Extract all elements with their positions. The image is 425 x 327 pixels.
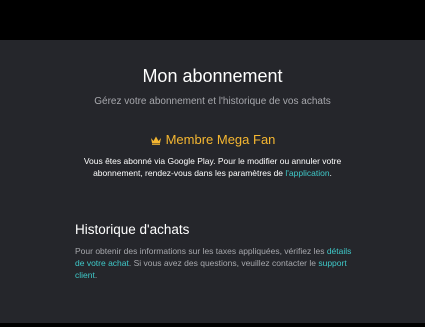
bottom-bar: [0, 323, 425, 327]
page-subtitle: Gérez votre abonnement et l'historique d…: [94, 96, 331, 107]
page-title: Mon abonnement: [142, 66, 283, 86]
history-desc-part2: . Si vous avez des questions, veuillez c…: [128, 258, 319, 268]
crown-icon: [150, 132, 162, 150]
purchase-history-description: Pour obtenir des informations sur les ta…: [75, 245, 360, 281]
history-desc-part1: Pour obtenir des informations sur les ta…: [75, 246, 327, 256]
membership-badge: Membre Mega Fan: [0, 131, 425, 150]
application-link[interactable]: l'application: [285, 168, 329, 178]
membership-desc-end: .: [329, 168, 332, 178]
membership-label: Membre Mega Fan: [165, 132, 276, 147]
top-bar: [0, 0, 425, 40]
purchase-history-title: Historique d'achats: [75, 222, 190, 237]
membership-description: Vous êtes abonné via Google Play. Pour l…: [60, 155, 365, 179]
history-desc-part3: .: [94, 270, 98, 280]
